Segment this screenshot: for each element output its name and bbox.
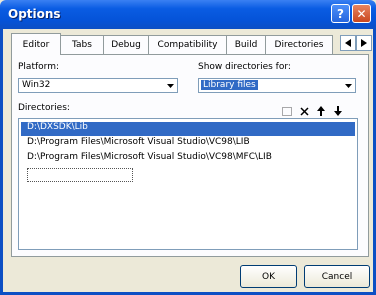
list-item[interactable]: D:\Program Files\Microsoft Visual Studio… xyxy=(21,137,355,151)
tab-editor[interactable]: Editor xyxy=(11,33,61,55)
show-directories-select[interactable]: Library files xyxy=(198,78,356,93)
tab-scroll-left-button[interactable] xyxy=(340,35,356,51)
tab-build[interactable]: Build xyxy=(226,35,266,54)
tab-label: Tabs xyxy=(72,40,92,50)
dropdown-arrow-icon xyxy=(342,80,354,91)
platform-select[interactable]: Win32 xyxy=(18,78,178,93)
delete-icon xyxy=(299,106,309,116)
help-icon: ? xyxy=(337,6,344,21)
tab-label: Directories xyxy=(274,40,324,50)
window-title: Options xyxy=(8,7,61,21)
directories-list[interactable]: D:\DXSDK\Lib D:\Program Files\Microsoft … xyxy=(18,118,358,250)
chevron-left-icon xyxy=(345,39,351,47)
arrow-down-icon xyxy=(334,106,342,116)
title-bar: Options ? ✕ xyxy=(0,0,376,29)
chevron-right-icon xyxy=(361,39,367,47)
tab-compatibility[interactable]: Compatibility xyxy=(148,35,227,54)
platform-label: Platform: xyxy=(18,62,59,72)
close-icon: ✕ xyxy=(356,6,367,21)
close-button[interactable]: ✕ xyxy=(352,4,371,23)
list-item[interactable]: D:\Program Files\Microsoft Visual Studio… xyxy=(21,152,355,166)
help-button[interactable]: ? xyxy=(331,4,350,23)
arrow-up-icon xyxy=(317,106,325,116)
cancel-button[interactable]: Cancel xyxy=(304,265,370,288)
tab-scroll-arrows xyxy=(340,35,372,51)
move-up-button[interactable] xyxy=(314,105,328,117)
dropdown-arrow-icon xyxy=(164,80,176,91)
new-folder-icon xyxy=(282,106,292,116)
delete-button[interactable] xyxy=(297,105,311,117)
tab-label: Compatibility xyxy=(157,40,218,50)
move-down-button[interactable] xyxy=(331,105,345,117)
new-entry-placeholder[interactable] xyxy=(27,168,133,182)
ok-button[interactable]: OK xyxy=(240,265,297,288)
show-directories-label: Show directories for: xyxy=(198,62,291,72)
list-item[interactable]: D:\DXSDK\Lib xyxy=(21,122,355,136)
tab-label: Build xyxy=(234,40,258,50)
tab-label: Editor xyxy=(22,39,50,50)
directories-label: Directories: xyxy=(18,103,70,113)
new-folder-button[interactable] xyxy=(280,105,294,117)
tab-tabs[interactable]: Tabs xyxy=(60,35,104,54)
tab-debug[interactable]: Debug xyxy=(103,35,149,54)
tab-label: Debug xyxy=(111,40,141,50)
tab-directories[interactable]: Directories xyxy=(265,35,333,54)
tab-strip: Editor Tabs Debug Compatibility Build Di… xyxy=(11,33,371,55)
directories-toolbar xyxy=(277,105,345,117)
tab-scroll-right-button[interactable] xyxy=(356,35,372,51)
platform-value: Win32 xyxy=(22,80,51,90)
show-directories-value: Library files xyxy=(201,80,258,90)
